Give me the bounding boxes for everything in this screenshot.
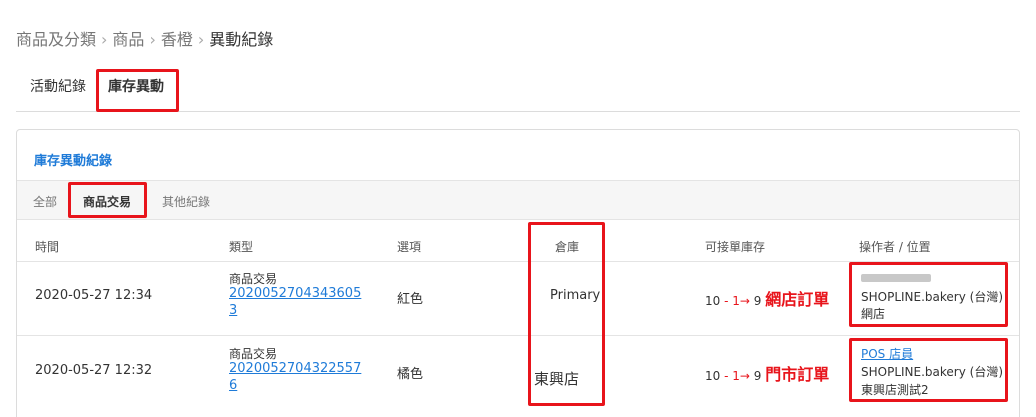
header-divider [17, 261, 1019, 262]
subtab-other-records[interactable]: 其他紀錄 [162, 193, 210, 210]
breadcrumb-item-products-categories[interactable]: 商品及分類 [16, 30, 96, 49]
breadcrumb: 商品及分類 › 商品 › 香橙 › 異動紀錄 [16, 26, 273, 50]
row-store: SHOPLINE.bakery (台灣) [861, 365, 1004, 379]
row-warehouse: 東興店 [534, 370, 580, 388]
column-header-time: 時間 [35, 240, 60, 254]
column-header-operator-location: 操作者 / 位置 [859, 240, 931, 254]
breadcrumb-item-products[interactable]: 商品 [112, 30, 144, 49]
stock-change: - 1 [724, 294, 740, 308]
subtab-product-transactions[interactable]: 商品交易 [83, 193, 131, 210]
tab-activity-log[interactable]: 活動紀錄 [30, 76, 86, 96]
row-time: 2020-05-27 12:32 [35, 363, 153, 378]
stock-change: - 1 [724, 369, 740, 383]
breadcrumb-item-current: 異動紀錄 [209, 30, 274, 49]
row-store: SHOPLINE.bakery (台灣) [861, 290, 1004, 304]
row-stock-change: 10 - 1→ 9 網店訂單 [705, 286, 829, 310]
operator-name-redacted [861, 271, 931, 286]
order-number-link[interactable]: 2020052704322557 [229, 361, 361, 376]
column-header-warehouse: 倉庫 [555, 240, 580, 254]
order-number-link-suffix[interactable]: 3 [229, 303, 237, 318]
stock-arrow: → [739, 369, 750, 383]
stock-to: 9 [753, 369, 762, 383]
stock-to: 9 [753, 294, 762, 308]
operator-link[interactable]: POS 店員 [861, 345, 913, 362]
stock-from: 10 [705, 294, 721, 308]
column-header-type: 類型 [229, 240, 254, 254]
panel-title: 庫存異動紀錄 [34, 154, 113, 169]
column-header-available-stock: 可接單庫存 [705, 240, 766, 254]
stock-from: 10 [705, 369, 721, 383]
row-time: 2020-05-27 12:34 [35, 288, 153, 303]
breadcrumb-separator: › [101, 30, 108, 49]
subtabs: 全部 商品交易 其他紀錄 [17, 180, 1019, 220]
tab-inventory-changes[interactable]: 庫存異動 [108, 76, 164, 96]
row-stock-change: 10 - 1→ 9 門市訂單 [705, 361, 829, 385]
history-tabs: 活動紀錄 庫存異動 [16, 66, 1020, 112]
column-header-option: 選項 [397, 240, 422, 254]
row-type: 商品交易 [229, 272, 278, 286]
row-location: 東興店測試2 [861, 383, 929, 397]
inventory-log-panel: 庫存異動紀錄 全部 商品交易 其他紀錄 時間 類型 選項 倉庫 可接單庫存 操作… [16, 129, 1020, 417]
row-option: 紅色 [397, 292, 424, 307]
stock-note: 網店訂單 [765, 290, 830, 309]
row-type: 商品交易 [229, 347, 278, 361]
row-option: 橘色 [397, 367, 424, 382]
subtab-all[interactable]: 全部 [33, 193, 57, 210]
order-number-link-suffix[interactable]: 6 [229, 378, 237, 393]
stock-arrow: → [739, 294, 750, 308]
redacted-bar [861, 274, 931, 282]
breadcrumb-separator: › [197, 30, 205, 49]
row-warehouse: Primary [550, 288, 601, 303]
breadcrumb-item-product[interactable]: 香橙 [161, 30, 193, 49]
row-location: 網店 [861, 307, 886, 321]
row-divider [17, 335, 1019, 336]
breadcrumb-separator: › [149, 30, 156, 49]
stock-note: 門市訂單 [765, 365, 830, 384]
order-number-link[interactable]: 2020052704343605 [229, 286, 361, 301]
